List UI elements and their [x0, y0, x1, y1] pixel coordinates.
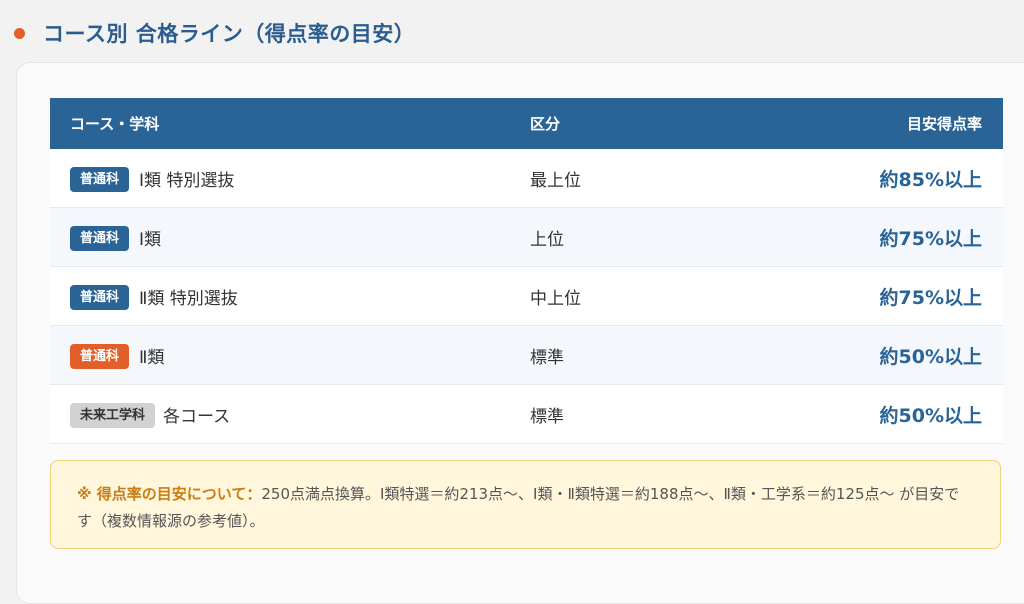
category-cell: 標準	[530, 347, 564, 368]
rate-cell: 約75%以上	[879, 286, 982, 309]
department-badge: 普通科	[70, 344, 130, 369]
table-header: コース・学科 区分 目安得点率	[50, 98, 1003, 149]
table-row: 普通科 Ⅰ類 上位 約75%以上	[50, 208, 1003, 267]
section-heading: コース別 合格ライン（得点率の目安）	[14, 18, 415, 48]
header-rate: 目安得点率	[906, 115, 982, 133]
category-cell: 上位	[530, 229, 564, 250]
department-badge: 普通科	[70, 285, 130, 310]
rate-cell: 約75%以上	[879, 227, 982, 250]
category-cell: 最上位	[530, 170, 581, 191]
department-badge: 未来工学科	[70, 403, 156, 428]
department-badge: 普通科	[70, 226, 130, 251]
note-label: ※ 得点率の目安について：	[77, 485, 262, 503]
category-cell: 標準	[530, 406, 564, 427]
course-name: 各コース	[163, 406, 231, 427]
rate-cell: 約85%以上	[879, 168, 982, 191]
rate-cell: 約50%以上	[879, 404, 982, 427]
table-row: 普通科 Ⅰ類 特別選抜 最上位 約85%以上	[50, 149, 1003, 208]
header-course: コース・学科	[70, 115, 160, 133]
table-row: 普通科 Ⅱ類 標準 約50%以上	[50, 326, 1003, 385]
section-title: コース別 合格ライン（得点率の目安）	[43, 22, 416, 46]
table-row: 未来工学科 各コース 標準 約50%以上	[50, 385, 1003, 444]
score-note-box: ※ 得点率の目安について：250点満点換算。Ⅰ類特選＝約213点〜、Ⅰ類・Ⅱ類特…	[50, 460, 1001, 549]
course-name: Ⅱ類	[139, 347, 165, 368]
course-name: Ⅰ類	[139, 229, 162, 250]
table-row: 普通科 Ⅱ類 特別選抜 中上位 約75%以上	[50, 267, 1003, 326]
pass-line-table: コース・学科 区分 目安得点率 普通科 Ⅰ類 特別選抜 最上位 約85%以上 普…	[50, 98, 1003, 444]
course-name: Ⅰ類 特別選抜	[139, 170, 235, 191]
header-category: 区分	[530, 115, 561, 133]
rate-cell: 約50%以上	[879, 345, 982, 368]
course-name: Ⅱ類 特別選抜	[139, 288, 238, 309]
bullet-dot-icon	[14, 27, 25, 39]
department-badge: 普通科	[70, 167, 130, 192]
category-cell: 中上位	[530, 288, 581, 309]
